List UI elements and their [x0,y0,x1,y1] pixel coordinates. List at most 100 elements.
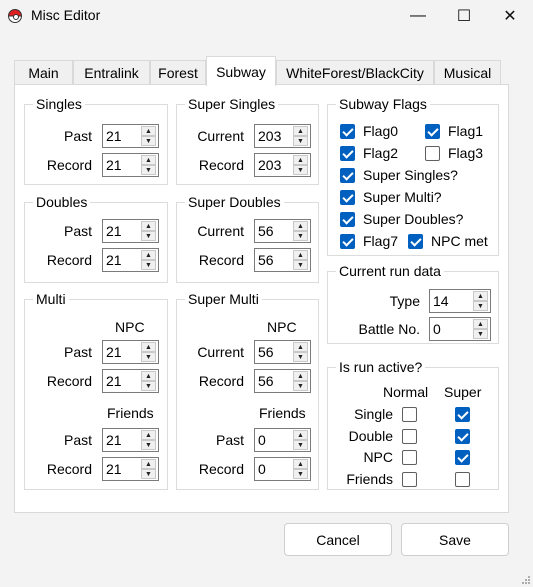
battle-no-spinner[interactable]: 0 ▲ ▼ [429,317,491,341]
spin-up-icon[interactable]: ▲ [293,250,308,260]
spin-up-icon[interactable]: ▲ [141,250,156,260]
spin-up-icon[interactable]: ▲ [473,319,488,329]
spin-up-icon[interactable]: ▲ [293,155,308,165]
spin-down-icon[interactable]: ▼ [293,260,308,270]
super-multi-flag-label: Super Multi? [363,189,442,205]
multi-npc-past-spinner[interactable]: 21 ▲ ▼ [102,340,159,364]
super-singles-record-spinner[interactable]: 203 ▲ ▼ [254,153,311,177]
tab-whiteforest-blackcity[interactable]: WhiteForest/BlackCity [276,60,434,85]
flag0-checkbox[interactable] [340,124,355,139]
flag3-checkbox[interactable] [425,146,440,161]
spin-up-icon[interactable]: ▲ [141,126,156,136]
super-doubles-record-spinner[interactable]: 56 ▲ ▼ [254,248,311,272]
npc-super-checkbox[interactable] [455,450,470,465]
super-multi-flag-checkbox[interactable] [340,190,355,205]
cancel-button[interactable]: Cancel [284,523,392,556]
spin-down-icon[interactable]: ▼ [141,440,156,450]
singles-past-label: Past [63,128,92,144]
spin-up-icon[interactable]: ▲ [293,126,308,136]
super-column-label: Super [444,384,482,400]
tab-main[interactable]: Main [14,60,73,85]
super-multi-npc-current-spinner[interactable]: 56 ▲ ▼ [254,340,311,364]
super-multi-npc-record-spinner[interactable]: 56 ▲ ▼ [254,369,311,393]
flag1-checkbox[interactable] [425,124,440,139]
npc-normal-checkbox[interactable] [402,450,417,465]
single-super-checkbox[interactable] [455,407,470,422]
spin-down-icon[interactable]: ▼ [141,469,156,479]
flag7-checkbox[interactable] [340,234,355,249]
single-normal-checkbox[interactable] [402,407,417,422]
super-singles-flag-checkbox[interactable] [340,168,355,183]
npc-met-label: NPC met [431,233,488,249]
spin-up-icon[interactable]: ▲ [293,459,308,469]
spin-up-icon[interactable]: ▲ [293,342,308,352]
maximize-button[interactable]: ☐ [441,0,487,32]
tab-forest[interactable]: Forest [150,60,206,85]
run-active-group: Is run active? Normal Super Single Doubl… [327,359,499,490]
doubles-record-spinner[interactable]: 21 ▲ ▼ [102,248,159,272]
super-doubles-current-spinner[interactable]: 56 ▲ ▼ [254,219,311,243]
super-doubles-flag-checkbox[interactable] [340,212,355,227]
spin-up-icon[interactable]: ▲ [141,342,156,352]
double-super-checkbox[interactable] [455,429,470,444]
doubles-past-label: Past [63,223,92,239]
super-singles-current-spinner[interactable]: 203 ▲ ▼ [254,124,311,148]
singles-record-spinner[interactable]: 21 ▲ ▼ [102,153,159,177]
spin-up-icon[interactable]: ▲ [473,291,488,301]
spin-down-icon[interactable]: ▼ [293,469,308,479]
spin-down-icon[interactable]: ▼ [293,381,308,391]
singles-past-spinner[interactable]: 21 ▲ ▼ [102,124,159,148]
spin-up-icon[interactable]: ▲ [293,371,308,381]
friends-normal-checkbox[interactable] [402,472,417,487]
doubles-past-spinner[interactable]: 21 ▲ ▼ [102,219,159,243]
tab-subway[interactable]: Subway [206,56,276,86]
super-singles-current-label: Current [197,128,244,144]
spin-up-icon[interactable]: ▲ [141,221,156,231]
minimize-button[interactable]: — [395,0,441,32]
save-button[interactable]: Save [401,523,509,556]
double-row-label: Double [348,428,393,444]
tab-entralink[interactable]: Entralink [73,60,150,85]
spin-down-icon[interactable]: ▼ [141,231,156,241]
tab-musical[interactable]: Musical [434,60,501,85]
multi-npc-record-spinner[interactable]: 21 ▲ ▼ [102,369,159,393]
spin-down-icon[interactable]: ▼ [473,301,488,311]
flag2-checkbox[interactable] [340,146,355,161]
spin-down-icon[interactable]: ▼ [141,136,156,146]
spin-down-icon[interactable]: ▼ [141,352,156,362]
spin-down-icon[interactable]: ▼ [293,231,308,241]
super-multi-friends-past-spinner[interactable]: 0 ▲ ▼ [254,428,311,452]
friends-super-checkbox[interactable] [455,472,470,487]
singles-title: Singles [33,96,85,112]
spin-down-icon[interactable]: ▼ [473,329,488,339]
singles-past-value: 21 [106,128,122,144]
spin-up-icon[interactable]: ▲ [141,155,156,165]
multi-npc-past-value: 21 [106,344,122,360]
multi-friends-record-spinner[interactable]: 21 ▲ ▼ [102,457,159,481]
spin-down-icon[interactable]: ▼ [293,165,308,175]
super-multi-friends-record-spinner[interactable]: 0 ▲ ▼ [254,457,311,481]
doubles-record-label: Record [46,252,92,268]
spin-up-icon[interactable]: ▲ [141,430,156,440]
spin-up-icon[interactable]: ▲ [141,459,156,469]
resize-grip-icon[interactable] [521,575,531,585]
run-type-spinner[interactable]: 14 ▲ ▼ [429,289,491,313]
spin-down-icon[interactable]: ▼ [293,136,308,146]
singles-group: Singles Past 21 ▲ ▼ Record 21 ▲ ▼ [24,96,168,185]
spin-up-icon[interactable]: ▲ [293,430,308,440]
spin-down-icon[interactable]: ▼ [141,260,156,270]
flag3-label: Flag3 [448,145,484,161]
spin-down-icon[interactable]: ▼ [293,352,308,362]
npc-row-label: NPC [363,449,393,465]
spin-down-icon[interactable]: ▼ [141,165,156,175]
close-button[interactable]: ✕ [487,0,533,32]
spin-down-icon[interactable]: ▼ [293,440,308,450]
spin-down-icon[interactable]: ▼ [141,381,156,391]
super-singles-record-label: Record [198,157,244,173]
super-multi-npc-record-value: 56 [258,373,274,389]
spin-up-icon[interactable]: ▲ [141,371,156,381]
double-normal-checkbox[interactable] [402,429,417,444]
npc-met-checkbox[interactable] [408,234,423,249]
spin-up-icon[interactable]: ▲ [293,221,308,231]
multi-friends-past-spinner[interactable]: 21 ▲ ▼ [102,428,159,452]
